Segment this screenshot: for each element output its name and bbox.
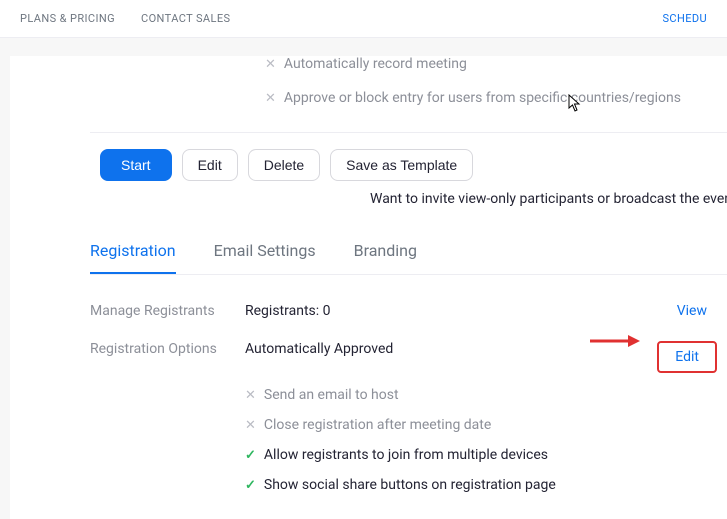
check-icon: ✓ — [245, 479, 256, 492]
edit-button[interactable]: Edit — [182, 149, 238, 181]
x-icon: ✕ — [245, 389, 256, 402]
option-text: Allow registrants to join from multiple … — [264, 447, 548, 463]
registrants-count: Registrants: 0 — [245, 303, 677, 319]
option-text: Approve or block entry for users from sp… — [284, 90, 681, 106]
option-text: Close registration after meeting date — [264, 417, 491, 433]
option-auto-record: ✕ Automatically record meeting — [265, 56, 727, 72]
contact-sales-link[interactable]: CONTACT SALES — [141, 12, 230, 25]
action-row: Start Edit Delete Save as Template — [100, 149, 727, 181]
x-icon: ✕ — [265, 58, 276, 71]
registration-options-row: Registration Options Automatically Appro… — [90, 341, 727, 373]
divider — [90, 132, 727, 133]
option-text: Automatically record meeting — [284, 56, 467, 72]
invite-note: Want to invite view-only participants or… — [370, 191, 727, 207]
option-text: Show social share buttons on registratio… — [264, 477, 556, 493]
schedule-link[interactable]: SCHEDU — [662, 12, 707, 25]
check-icon: ✓ — [245, 449, 256, 462]
edit-registration-link[interactable]: Edit — [657, 341, 717, 373]
x-icon: ✕ — [245, 419, 256, 432]
opt-send-email: ✕ Send an email to host — [245, 387, 727, 403]
tabs: Registration Email Settings Branding — [90, 241, 727, 275]
delete-button[interactable]: Delete — [248, 149, 320, 181]
save-template-button[interactable]: Save as Template — [330, 149, 473, 181]
manage-registrants-label: Manage Registrants — [90, 303, 245, 319]
registration-options-label: Registration Options — [90, 341, 245, 373]
registration-approval-value: Automatically Approved — [245, 341, 657, 373]
opt-multi-device: ✓ Allow registrants to join from multipl… — [245, 447, 727, 463]
option-approve-block: ✕ Approve or block entry for users from … — [265, 90, 727, 106]
start-button[interactable]: Start — [100, 149, 172, 181]
page-body: ✕ Automatically record meeting ✕ Approve… — [10, 56, 727, 519]
x-icon: ✕ — [265, 92, 276, 105]
view-link[interactable]: View — [677, 303, 707, 319]
manage-registrants-row: Manage Registrants Registrants: 0 View — [90, 303, 727, 319]
topbar: PLANS & PRICING CONTACT SALES SCHEDU — [0, 0, 727, 38]
tab-email-settings[interactable]: Email Settings — [214, 241, 316, 274]
tab-registration[interactable]: Registration — [90, 241, 176, 274]
opt-close-registration: ✕ Close registration after meeting date — [245, 417, 727, 433]
option-text: Send an email to host — [264, 387, 399, 403]
tab-branding[interactable]: Branding — [354, 241, 417, 274]
opt-social-share: ✓ Show social share buttons on registrat… — [245, 477, 727, 493]
plans-pricing-link[interactable]: PLANS & PRICING — [20, 12, 115, 25]
